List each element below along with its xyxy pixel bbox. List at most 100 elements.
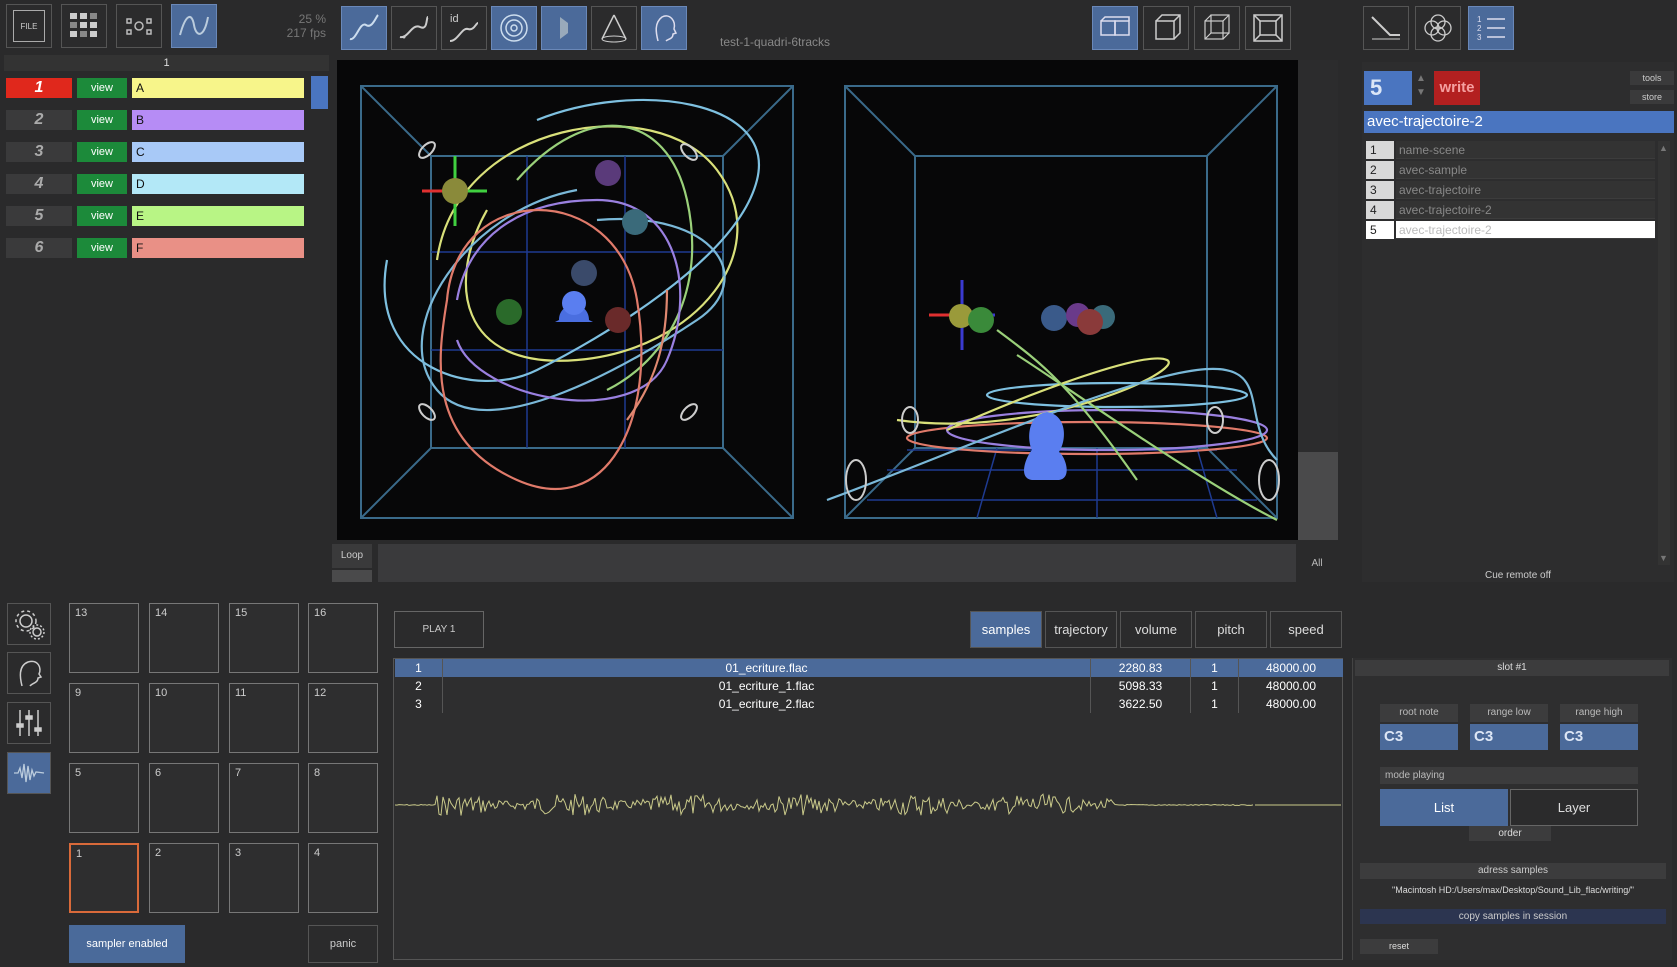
root-note-field[interactable]: C3 [1380,724,1458,750]
view-wire-button[interactable] [1194,6,1240,50]
cue-item-5[interactable]: 5 avec-trajectoire-2 [1366,221,1655,239]
view-both-button[interactable] [1092,6,1138,50]
range-high-field[interactable]: C3 [1560,724,1638,750]
sample-row-1[interactable]: 1 01_ecriture.flac 2280.83 1 48000.00 [395,659,1343,677]
sampler-pad-3[interactable]: 3 [229,843,299,913]
speaker-setup-button[interactable] [116,4,162,48]
trajectory-mode-button[interactable] [171,4,217,48]
track-view-button-3[interactable]: view [77,142,127,162]
sampler-pad-9[interactable]: 9 [69,683,139,753]
sample-waveform [395,793,1341,817]
sampler-pad-12[interactable]: 12 [308,683,378,753]
track-name-6[interactable]: F [132,238,304,258]
sampler-pad-7[interactable]: 7 [229,763,299,833]
sampler-pad-14[interactable]: 14 [149,603,219,673]
write-button[interactable]: write [1434,71,1480,105]
cue-item-1[interactable]: 1 name-scene [1366,141,1655,159]
viewport-scroll-thumb[interactable] [1298,452,1338,540]
tab-speed[interactable]: speed [1270,611,1342,648]
sample-row-3[interactable]: 3 01_ecriture_2.flac 3622.50 1 48000.00 [395,695,1343,713]
settings-button[interactable] [7,603,51,645]
play-button[interactable]: PLAY 1 [394,611,484,648]
tools-button[interactable]: tools [1630,71,1674,85]
head-view-button[interactable] [641,6,687,50]
cue-item-3[interactable]: 3 avec-trajectoire [1366,181,1655,199]
sampler-pad-16[interactable]: 16 [308,603,378,673]
range-low-field[interactable]: C3 [1470,724,1548,750]
track-view-button-2[interactable]: view [77,110,127,130]
track-number-4[interactable]: 4 [6,174,72,194]
loop-button[interactable]: Loop [332,544,372,568]
sampler-button[interactable] [7,752,51,794]
track-number-5[interactable]: 5 [6,206,72,226]
track-name-3[interactable]: C [132,142,304,162]
scroll-down-icon[interactable]: ▼ [1659,553,1668,563]
eq-tool-button[interactable] [1363,6,1409,50]
id-trajectory-button[interactable]: id [441,6,487,50]
track-number-2[interactable]: 2 [6,110,72,130]
ambisonic-button[interactable] [1415,6,1461,50]
track-name-2[interactable]: B [132,110,304,130]
cue-item-4[interactable]: 4 avec-trajectoire-2 [1366,201,1655,219]
sampler-pad-15[interactable]: 15 [229,603,299,673]
cue-list-button[interactable]: 123 [1468,6,1514,50]
cue-item-2[interactable]: 2 avec-sample [1366,161,1655,179]
smooth-trajectory-button[interactable] [391,6,437,50]
mode-list-button[interactable]: List [1380,789,1508,826]
mode-layer-button[interactable]: Layer [1510,789,1638,826]
track-name-1[interactable]: A [132,78,304,98]
all-button[interactable]: All [1298,550,1336,578]
cue-scrollbar[interactable]: ▲ ▼ [1658,141,1670,565]
track-number-6[interactable]: 6 [6,238,72,258]
sampler-pad-2[interactable]: 2 [149,843,219,913]
track-view-button-6[interactable]: view [77,238,127,258]
spatial-viewport[interactable] [337,60,1298,540]
sample-row-2[interactable]: 2 01_ecriture_1.flac 5098.33 1 48000.00 [395,677,1343,695]
trajectory-icon [179,16,209,36]
track-name-4[interactable]: D [132,174,304,194]
address-samples-path[interactable]: "Macintosh HD:/Users/max/Desktop/Sound_L… [1360,882,1666,898]
tracks-scrollbar[interactable] [311,76,328,109]
cone-view-button[interactable] [591,6,637,50]
tab-pitch[interactable]: pitch [1195,611,1267,648]
grid-view-button[interactable] [61,4,107,48]
track-number-3[interactable]: 3 [6,142,72,162]
sampler-pad-6[interactable]: 6 [149,763,219,833]
track-view-button-4[interactable]: view [77,174,127,194]
track-view-button-1[interactable]: view [77,78,127,98]
tab-samples[interactable]: samples [970,611,1042,648]
sampler-pad-1[interactable]: 1 [69,843,139,913]
speaker-view-button[interactable] [541,6,587,50]
sampler-pad-13[interactable]: 13 [69,603,139,673]
cue-number-field[interactable]: 5 [1364,71,1412,105]
store-button[interactable]: store [1630,90,1674,104]
panic-button[interactable]: panic [308,925,378,963]
binaural-button[interactable] [7,652,51,694]
sampler-pad-5[interactable]: 5 [69,763,139,833]
draw-trajectory-button[interactable] [341,6,387,50]
tab-trajectory[interactable]: trajectory [1045,611,1117,648]
cue-name-field[interactable]: avec-trajectoire-2 [1364,111,1674,133]
tab-volume[interactable]: volume [1120,611,1192,648]
circle-view-button[interactable] [491,6,537,50]
view-top-button[interactable] [1245,6,1291,50]
sampler-pad-4[interactable]: 4 [308,843,378,913]
sampler-pad-10[interactable]: 10 [149,683,219,753]
mixer-button[interactable] [7,702,51,744]
sampler-pad-8[interactable]: 8 [308,763,378,833]
order-button[interactable]: order [1469,826,1551,841]
viewport-scroll-track[interactable] [1298,60,1338,540]
track-view-button-5[interactable]: view [77,206,127,226]
wire-cube-icon [1204,14,1230,40]
view-3d-button[interactable] [1143,6,1189,50]
sampler-enabled-toggle[interactable]: sampler enabled [69,925,185,963]
sampler-pad-11[interactable]: 11 [229,683,299,753]
timeline-track[interactable] [378,544,1296,582]
track-name-5[interactable]: E [132,206,304,226]
file-button[interactable]: FILE [6,4,52,48]
scroll-up-icon[interactable]: ▲ [1659,143,1668,153]
reset-button[interactable]: reset [1360,939,1438,954]
cue-stepper[interactable]: ▲ ▼ [1416,72,1426,100]
copy-samples-button[interactable]: copy samples in session [1360,909,1666,924]
track-number-1[interactable]: 1 [6,78,72,98]
